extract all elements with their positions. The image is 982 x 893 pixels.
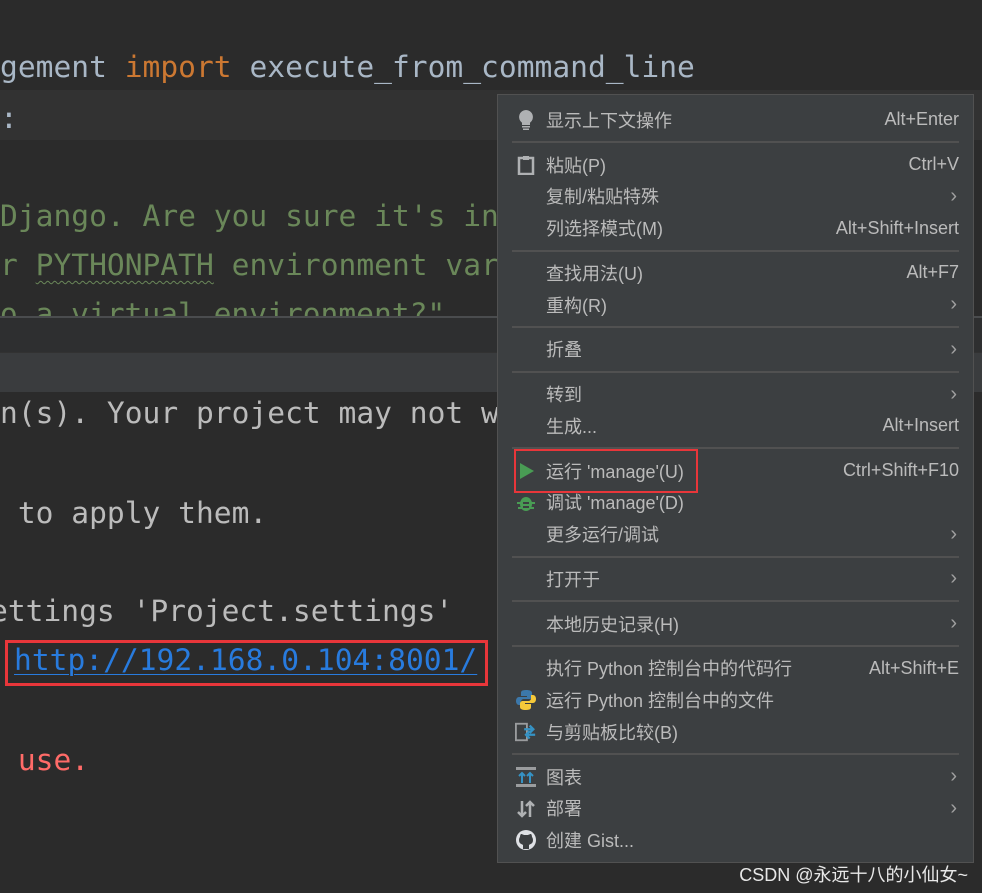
menu-separator (498, 748, 973, 761)
menu-item-shortcut: Alt+F7 (906, 262, 959, 283)
diagram-icon (515, 766, 537, 788)
menu-item[interactable]: 运行 Python 控制台中的文件 (498, 684, 973, 716)
console-line: . (0, 692, 6, 732)
github-icon (515, 829, 537, 851)
submenu-chevron-icon: › (950, 184, 957, 207)
keyword-import: import (124, 50, 232, 84)
compare-clipboard-icon (515, 721, 537, 743)
code-line: : (0, 101, 18, 135)
menu-separator (498, 365, 973, 378)
menu-item[interactable]: 打开于 › (498, 563, 973, 595)
annotation-box-run (514, 449, 698, 493)
separator-line (512, 249, 959, 252)
menu-separator (498, 595, 973, 608)
code-string-line: to a virtual environment?" (0, 297, 446, 316)
menu-separator (498, 244, 973, 257)
menu-item-label: 转到 (546, 385, 582, 406)
console-line: n(s). Your project may not work (0, 396, 553, 430)
menu-item-label: 生成... (546, 416, 598, 437)
console-line: ettings 'Project.settings' (0, 594, 454, 628)
menu-item[interactable]: 折叠 › (498, 334, 973, 366)
menu-item[interactable]: 复制/粘贴特殊 › (498, 181, 973, 213)
lightbulb-icon (515, 109, 537, 131)
menu-item-label: 打开于 (546, 569, 600, 590)
menu-item-label: 图表 (546, 767, 582, 788)
menu-item[interactable]: 列选择模式(M) Alt+Shift+Insert (498, 212, 973, 244)
menu-item[interactable]: 转到 › (498, 378, 973, 410)
submenu-chevron-icon: › (950, 567, 957, 590)
menu-item[interactable]: 执行 Python 控制台中的代码行 Alt+Shift+E (498, 653, 973, 685)
submenu-chevron-icon: › (950, 612, 957, 635)
menu-item-label: 调试 'manage'(D) (546, 493, 684, 514)
python-icon (515, 689, 537, 711)
menu-item-label: 执行 Python 控制台中的代码行 (546, 659, 793, 680)
separator-line (512, 645, 959, 647)
menu-item-label: 折叠 (546, 340, 582, 361)
menu-item-shortcut: Alt+Shift+Insert (835, 217, 959, 238)
code-string-line: r PYTHONPATH environment var (0, 245, 499, 285)
submenu-chevron-icon: › (950, 382, 957, 405)
menu-item[interactable]: 创建 Gist... (498, 824, 973, 856)
menu-item-shortcut: Ctrl+V (908, 154, 959, 175)
menu-item-label: 创建 Gist... (546, 831, 635, 852)
separator-line (512, 370, 959, 373)
menu-item[interactable]: 显示上下文操作 Alt+Enter (498, 104, 973, 136)
clipboard-icon (515, 154, 537, 176)
menu-separator (498, 550, 973, 563)
separator-line (512, 600, 959, 603)
menu-item-label: 复制/粘贴特殊 (546, 187, 660, 208)
menu-item-shortcut: Alt+Insert (882, 415, 959, 436)
menu-separator (498, 640, 973, 653)
submenu-chevron-icon: › (950, 337, 957, 360)
code-text: gement (0, 50, 125, 84)
menu-item-label: 部署 (546, 799, 582, 820)
menu-item-label: 重构(R) (546, 295, 607, 316)
submenu-chevron-icon: › (950, 522, 957, 545)
separator-line (512, 753, 959, 756)
menu-item-label: 本地历史记录(H) (546, 614, 679, 635)
separator-line (512, 555, 959, 558)
menu-item[interactable]: 更多运行/调试 › (498, 518, 973, 550)
code-text: r (0, 248, 36, 282)
menu-item[interactable]: 本地历史记录(H) › (498, 608, 973, 640)
menu-separator (498, 136, 973, 149)
code-text: environment var (213, 248, 499, 282)
deploy-arrows-icon (515, 798, 537, 820)
separator-line (512, 326, 959, 328)
menu-item[interactable]: 重构(R) › (498, 289, 973, 321)
annotation-box-url (5, 640, 488, 686)
menu-item[interactable]: 查找用法(U) Alt+F7 (498, 257, 973, 289)
menu-item[interactable]: 图表 › (498, 761, 973, 793)
spellcheck-word: PYTHONPATH (35, 248, 214, 282)
menu-item-label: 粘贴(P) (546, 155, 606, 176)
menu-item-label: 运行 Python 控制台中的文件 (546, 691, 775, 712)
watermark: CSDN @永远十八的小仙女~ (739, 865, 968, 885)
submenu-chevron-icon: › (950, 293, 957, 316)
separator-line (512, 141, 959, 144)
debug-bug-icon (515, 492, 537, 514)
menu-item-label: 列选择模式(M) (546, 219, 663, 240)
menu-item-shortcut: Alt+Shift+E (868, 657, 959, 678)
submenu-chevron-icon: › (950, 796, 957, 819)
menu-item-label: 显示上下文操作 (546, 110, 672, 131)
code-text: execute_from_command_line (231, 50, 695, 84)
menu-item-label: 查找用法(U) (546, 263, 643, 284)
menu-item-shortcut: Alt+Enter (884, 109, 959, 130)
submenu-chevron-icon: › (950, 765, 957, 788)
menu-item[interactable]: 生成... Alt+Insert (498, 410, 973, 442)
console-error-line: use. (0, 743, 90, 777)
code-line: gement import execute_from_command_line (0, 47, 695, 87)
menu-item[interactable]: 与剪贴板比较(B) (498, 716, 973, 748)
menu-item[interactable]: 部署 › (498, 793, 973, 825)
menu-item-label: 更多运行/调试 (546, 525, 660, 546)
console-line: to apply them. (0, 496, 268, 530)
menu-item[interactable]: 粘贴(P) Ctrl+V (498, 149, 973, 181)
menu-item-shortcut: Ctrl+Shift+F10 (842, 460, 959, 481)
code-string-line: Django. Are you sure it's in (0, 199, 499, 233)
menu-item-label: 与剪贴板比较(B) (546, 722, 678, 743)
menu-separator (498, 321, 973, 334)
